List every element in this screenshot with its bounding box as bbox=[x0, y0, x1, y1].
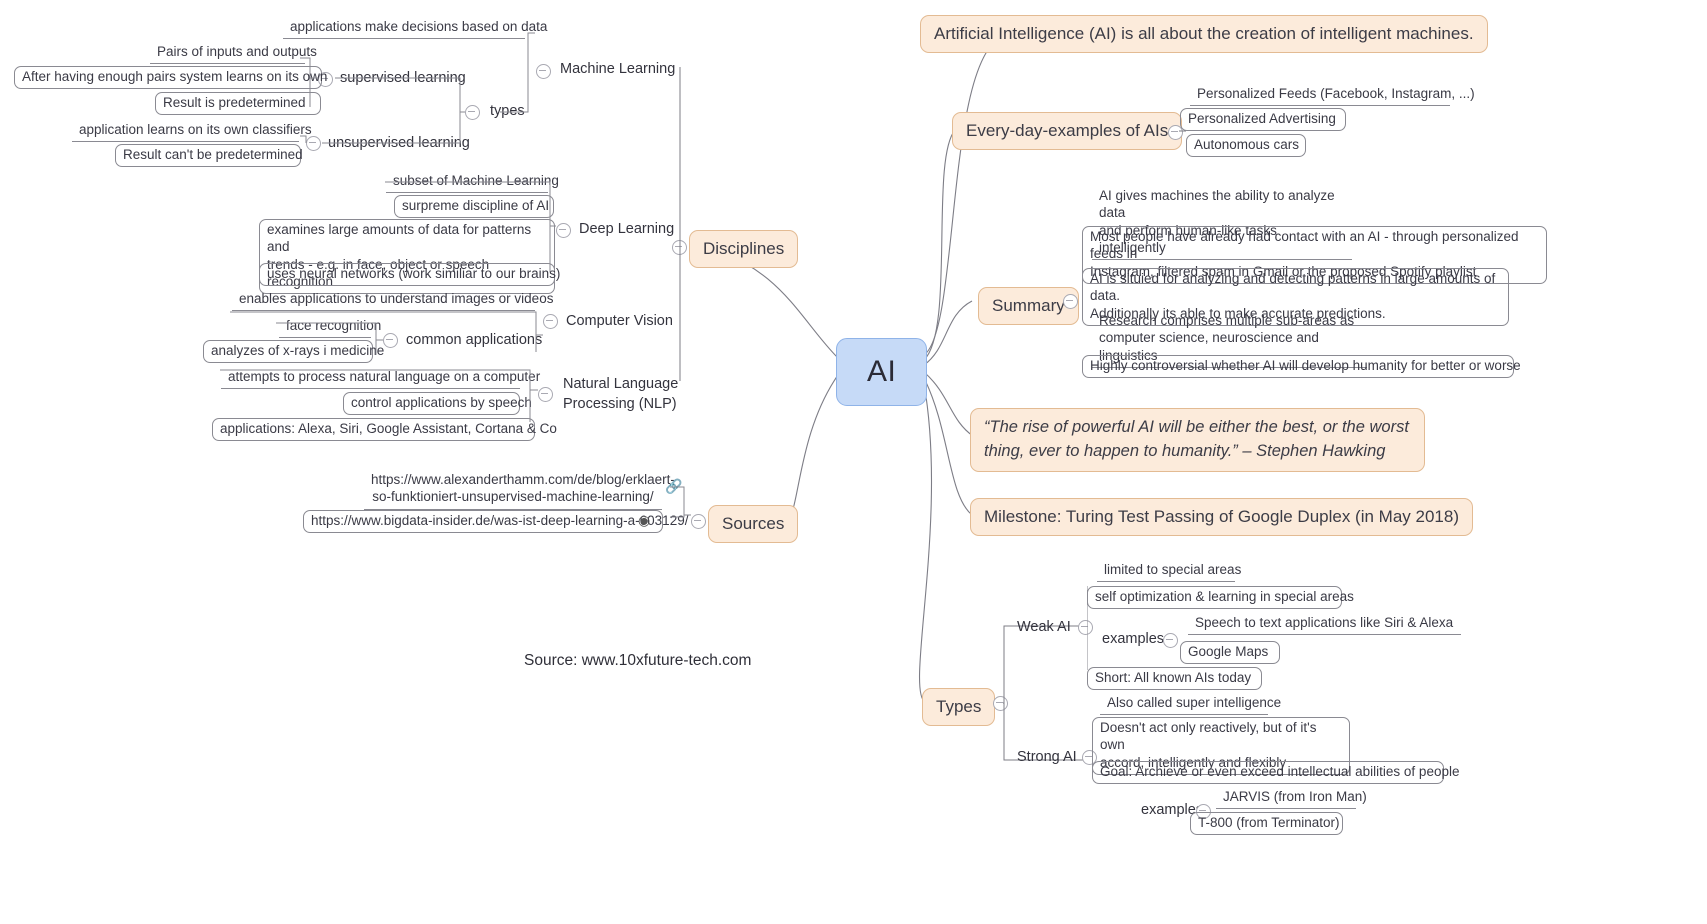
everyday-item-1[interactable]: Personalized Advertising bbox=[1180, 108, 1346, 132]
everyday-item-0[interactable]: Personalized Feeds (Facebook, Instagram,… bbox=[1190, 84, 1475, 107]
source-item-1[interactable]: https://www.bigdata-insider.de/was-ist-d… bbox=[303, 510, 688, 534]
target-icon[interactable]: ◉ bbox=[638, 512, 650, 529]
everyday-item-2[interactable]: Autonomous cars bbox=[1186, 134, 1306, 158]
types-node[interactable]: Types bbox=[922, 688, 996, 726]
everyday-examples-node[interactable]: Every-day-examples of AIs bbox=[952, 112, 1183, 150]
definition-node[interactable]: Artificial Intelligence (AI) is all abou… bbox=[920, 15, 1488, 53]
strong-ai-node[interactable]: Strong AI bbox=[1011, 746, 1083, 769]
types-sub-lines bbox=[1087, 586, 1088, 670]
mindmap-canvas: AI Artificial Intelligence (AI) is all a… bbox=[0, 0, 1707, 924]
weak-ai-node[interactable]: Weak AI bbox=[1011, 616, 1077, 639]
disc-sub-lines bbox=[220, 181, 556, 422]
root-node-ai[interactable]: AI bbox=[836, 338, 928, 407]
source-item-0[interactable]: https://www.alexanderthamm.com/de/blog/e… bbox=[364, 470, 675, 510]
quote-node[interactable]: “The rise of powerful AI will be either … bbox=[970, 408, 1425, 472]
footer-source: Source: www.10xfuture-tech.com bbox=[524, 652, 752, 669]
summary-item-4[interactable]: Highly controversial whether AI will dev… bbox=[1082, 355, 1521, 379]
milestone-node[interactable]: Milestone: Turing Test Passing of Google… bbox=[970, 498, 1473, 536]
collapse-icon-summary[interactable] bbox=[1063, 294, 1078, 309]
sources-node[interactable]: Sources bbox=[708, 505, 799, 543]
sources-lines bbox=[670, 486, 691, 518]
